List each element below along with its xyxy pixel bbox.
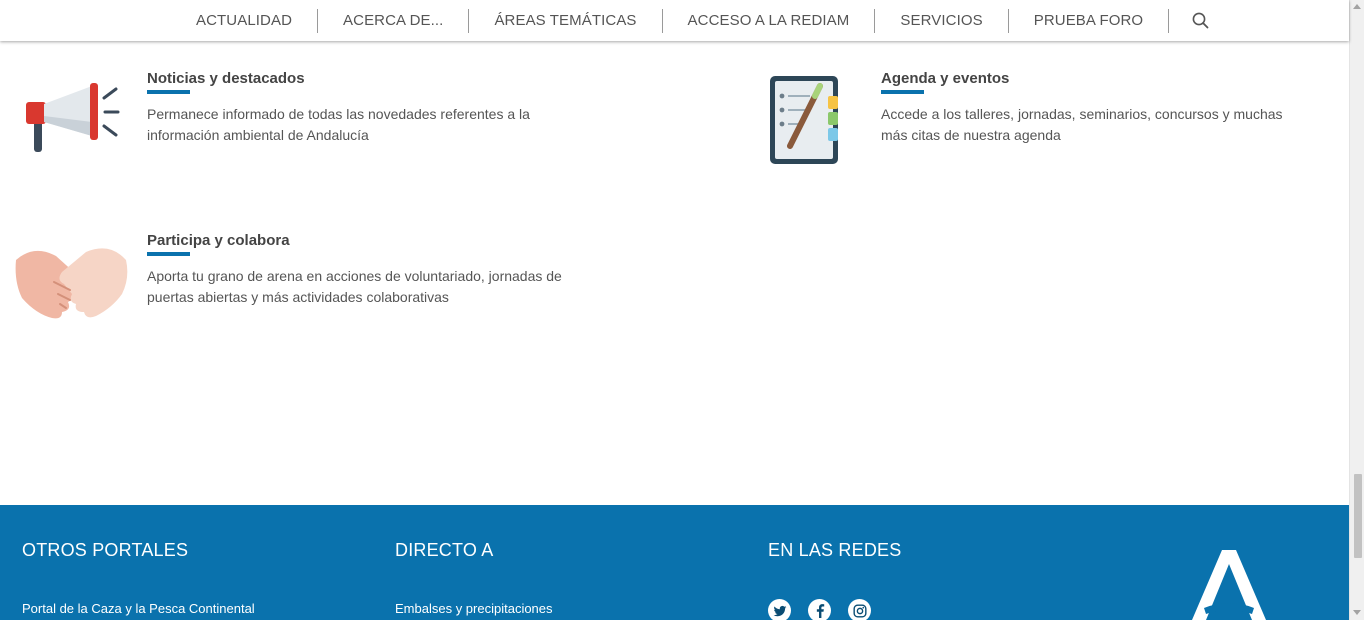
handshake-icon bbox=[15, 248, 128, 319]
top-navigation: ACTUALIDAD ACERCA DE... ÁREAS TEMÁTICAS … bbox=[0, 0, 1349, 41]
footer-heading-otros-portales: OTROS PORTALES bbox=[22, 540, 189, 560]
nav-menu: ACTUALIDAD ACERCA DE... ÁREAS TEMÁTICAS … bbox=[171, 0, 1231, 41]
footer-link-caza-pesca[interactable]: Portal de la Caza y la Pesca Continental bbox=[22, 601, 255, 616]
scroll-down-arrow[interactable] bbox=[1353, 610, 1361, 615]
footer-link-embalses[interactable]: Embalses y precipitaciones bbox=[395, 601, 553, 616]
feature-description: Permanece informado de todas las novedad… bbox=[147, 106, 530, 143]
scroll-thumb[interactable] bbox=[1354, 474, 1362, 558]
feature-noticias: Noticias y destacados Permanece informad… bbox=[0, 60, 600, 180]
title-underline bbox=[881, 90, 924, 94]
feature-participa: Participa y colabora Aporta tu grano de … bbox=[0, 222, 600, 342]
site-footer: OTROS PORTALES Portal de la Caza y la Pe… bbox=[0, 505, 1349, 620]
megaphone-icon bbox=[26, 83, 120, 152]
search-button[interactable] bbox=[1169, 9, 1231, 33]
facebook-link[interactable] bbox=[808, 599, 831, 620]
notebook-icon bbox=[770, 76, 838, 164]
instagram-link[interactable] bbox=[848, 599, 871, 620]
feature-title[interactable]: Participa y colabora bbox=[147, 232, 290, 249]
nav-item-acerca-de[interactable]: ACERCA DE... bbox=[318, 8, 470, 33]
nav-item-acceso-rediam[interactable]: ACCESO A LA REDIAM bbox=[663, 8, 876, 33]
feature-title[interactable]: Noticias y destacados bbox=[147, 70, 305, 87]
nav-item-areas-tematicas[interactable]: ÁREAS TEMÁTICAS bbox=[469, 8, 663, 33]
footer-heading-directo-a: DIRECTO A bbox=[395, 540, 494, 560]
title-underline bbox=[147, 252, 190, 256]
nav-item-actualidad[interactable]: ACTUALIDAD bbox=[171, 8, 319, 33]
instagram-icon bbox=[852, 603, 867, 618]
footer-heading-en-las-redes: EN LAS REDES bbox=[768, 540, 902, 560]
search-icon bbox=[1192, 12, 1209, 29]
feature-agenda: Agenda y eventos Accede a los talleres, … bbox=[730, 60, 1330, 180]
twitter-icon bbox=[773, 605, 786, 616]
vertical-scrollbar[interactable] bbox=[1349, 0, 1364, 620]
facebook-icon bbox=[816, 603, 824, 618]
scroll-up-arrow[interactable] bbox=[1353, 4, 1361, 9]
feature-description: Accede a los talleres, jornadas, seminar… bbox=[881, 106, 1283, 143]
nav-item-servicios[interactable]: SERVICIOS bbox=[875, 8, 1009, 33]
title-underline bbox=[147, 90, 190, 94]
junta-andalucia-logo[interactable] bbox=[1192, 550, 1266, 620]
feature-description: Aporta tu grano de arena en acciones de … bbox=[147, 268, 562, 305]
nav-item-prueba-foro[interactable]: PRUEBA FORO bbox=[1009, 8, 1170, 33]
twitter-link[interactable] bbox=[768, 599, 791, 620]
feature-title[interactable]: Agenda y eventos bbox=[881, 70, 1009, 87]
